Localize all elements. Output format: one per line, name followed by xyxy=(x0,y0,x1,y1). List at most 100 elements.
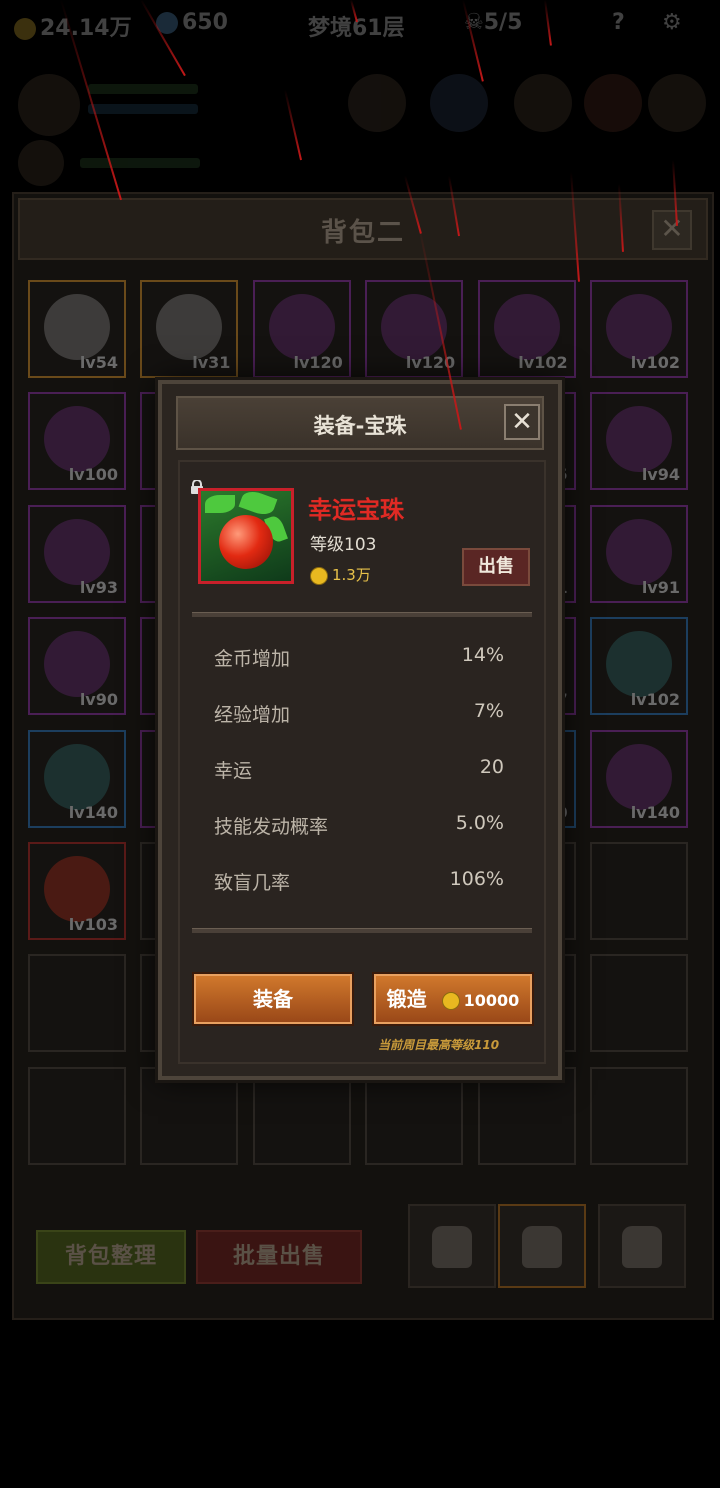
skill-slot-icon xyxy=(648,74,706,132)
gold-value: 24.14万 xyxy=(40,16,132,41)
stat-label: 技能发动概率 xyxy=(214,816,329,838)
equipment-icon xyxy=(606,406,672,473)
top-hud: 24.14万 650 梦境61层 ☠5/5 ? ⚙ xyxy=(0,0,720,56)
coin-icon xyxy=(441,991,460,1010)
item-level: 等级103 xyxy=(310,535,377,555)
slot-level: lv102 xyxy=(518,353,568,372)
equipment-icon xyxy=(606,518,672,585)
equipment-icon xyxy=(268,294,335,360)
bag-tab-1[interactable] xyxy=(408,1204,496,1288)
backpack-icon xyxy=(522,1226,562,1268)
pet-avatar xyxy=(18,140,64,186)
gem-value: 650 xyxy=(182,10,228,35)
bag-slot[interactable]: lv102 xyxy=(590,617,688,716)
equipment-icon xyxy=(606,294,672,360)
divider xyxy=(192,928,532,933)
bag-slot[interactable]: lv54 xyxy=(28,280,126,378)
bag-slot[interactable]: lv102 xyxy=(590,280,688,378)
coin-icon xyxy=(310,566,328,585)
bag-slot[interactable]: lv93 xyxy=(28,504,126,603)
bag-slot[interactable]: lv90 xyxy=(28,617,126,716)
item-price: 1.3万 xyxy=(310,564,371,585)
bag-tab-2[interactable] xyxy=(498,1204,586,1288)
slot-level: lv91 xyxy=(641,577,680,597)
stat-row: 技能发动概率 5.0% xyxy=(214,812,504,842)
sort-bag-button[interactable]: 背包整理 xyxy=(36,1230,186,1284)
slot-level: lv102 xyxy=(630,353,680,372)
bag-title: 背包二 xyxy=(320,218,405,248)
skill-slot-icon xyxy=(430,74,488,132)
stat-value: 5.0% xyxy=(455,812,504,834)
bag-tab-3[interactable] xyxy=(598,1204,686,1288)
hero-avatar xyxy=(18,74,80,136)
slot-level: lv102 xyxy=(630,690,680,710)
slot-level: lv100 xyxy=(68,465,118,485)
skill-slot-icon xyxy=(348,74,406,132)
slot-level: lv31 xyxy=(192,353,231,372)
help-button[interactable]: ? xyxy=(612,10,625,35)
equipment-icon xyxy=(44,856,110,922)
bag-slot[interactable] xyxy=(365,1066,464,1165)
bag-slot[interactable]: lv100 xyxy=(28,392,126,491)
stat-value: 7% xyxy=(473,700,504,722)
bag-close-button[interactable]: ✕ xyxy=(652,210,692,250)
item-portrait xyxy=(198,488,294,584)
max-level-hint: 当前周目最高等级110 xyxy=(378,1038,500,1052)
hero-mp-bar xyxy=(88,104,198,114)
equipment-icon xyxy=(156,294,223,360)
stat-row: 金币增加 14% xyxy=(214,644,504,674)
stat-row: 幸运 20 xyxy=(214,756,504,786)
bag-slot[interactable]: lv94 xyxy=(590,392,688,491)
gold-coin-icon xyxy=(14,18,36,40)
bag-slot[interactable]: lv102 xyxy=(477,280,576,378)
leaf-icon xyxy=(238,491,278,519)
settings-gear-icon[interactable]: ⚙ xyxy=(662,10,682,35)
slot-level: lv90 xyxy=(79,690,118,710)
bag-slot[interactable]: lv140 xyxy=(590,729,688,828)
bag-slot[interactable] xyxy=(140,1066,239,1165)
stat-value: 106% xyxy=(449,868,504,890)
stat-row: 经验增加 7% xyxy=(214,700,504,730)
bag-header: 背包二 xyxy=(18,198,708,260)
bag-slot[interactable] xyxy=(590,842,688,940)
equipment-icon xyxy=(44,294,110,360)
stat-row: 致盲几率 106% xyxy=(214,868,504,898)
bag-slot[interactable] xyxy=(590,1066,688,1165)
bag-slot[interactable]: lv103 xyxy=(28,842,126,940)
bag-slot[interactable] xyxy=(477,1066,576,1165)
skill-slot-icon xyxy=(584,74,642,132)
bag-slot[interactable] xyxy=(252,1066,351,1165)
modal-close-button[interactable]: ✕ xyxy=(504,404,540,440)
bag-slot[interactable]: lv31 xyxy=(140,280,239,378)
equipment-icon xyxy=(493,294,560,360)
bag-slot[interactable] xyxy=(590,954,688,1053)
bag-slot[interactable]: lv120 xyxy=(252,280,351,378)
backpack-icon xyxy=(432,1226,472,1268)
bag-slot[interactable]: lv91 xyxy=(590,504,688,603)
bulk-sell-button[interactable]: 批量出售 xyxy=(196,1230,362,1284)
stat-value: 14% xyxy=(461,644,504,666)
pet-hp-bar xyxy=(80,158,200,168)
hero-hp-bar xyxy=(88,84,198,94)
bag-slot[interactable] xyxy=(28,954,126,1053)
item-price-value: 1.3万 xyxy=(332,566,371,584)
stat-label: 经验增加 xyxy=(214,704,291,726)
lucky-orb-icon xyxy=(219,515,273,569)
forge-cost: 10000 xyxy=(463,991,520,1010)
forge-label: 锻造 xyxy=(386,987,427,1011)
bag-slot[interactable]: lv140 xyxy=(28,729,126,828)
stat-label: 幸运 xyxy=(214,760,253,782)
equipment-icon xyxy=(44,406,110,473)
sell-button[interactable]: 出售 xyxy=(462,548,530,586)
equipment-icon xyxy=(606,743,672,810)
forge-button[interactable]: 锻造 10000 xyxy=(374,974,532,1024)
equipment-icon xyxy=(381,294,448,360)
equipment-icon xyxy=(44,518,110,585)
skill-slot-icon xyxy=(514,74,572,132)
leaf-icon xyxy=(205,495,235,513)
slot-level: lv140 xyxy=(630,802,680,822)
equip-button[interactable]: 装备 xyxy=(194,974,352,1024)
equipment-icon xyxy=(44,743,110,810)
skull-value: 5/5 xyxy=(483,10,523,35)
bag-slot[interactable] xyxy=(28,1066,126,1165)
